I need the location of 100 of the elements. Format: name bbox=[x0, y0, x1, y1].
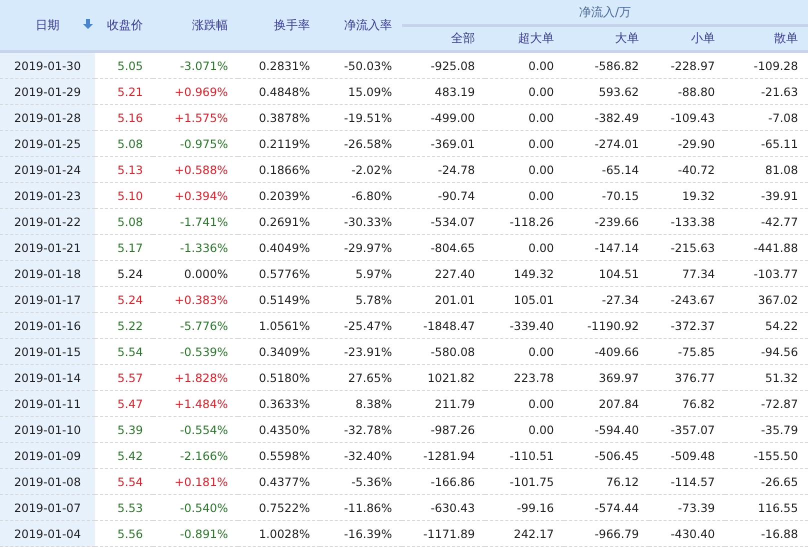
table-cell: 76.12 bbox=[564, 468, 649, 494]
table-cell: -109.43 bbox=[649, 104, 725, 130]
table-cell: 5.13 bbox=[95, 156, 153, 182]
table-cell: 0.2039% bbox=[238, 182, 320, 208]
table-cell: -118.26 bbox=[485, 208, 564, 234]
table-cell: -110.51 bbox=[485, 442, 564, 468]
table-cell: 0.7522% bbox=[238, 494, 320, 520]
table-cell: -155.50 bbox=[725, 442, 808, 468]
table-cell: -32.78% bbox=[320, 416, 402, 442]
table-cell: 116.55 bbox=[725, 494, 808, 520]
table-cell: -243.67 bbox=[649, 286, 725, 312]
table-cell: 15.09% bbox=[320, 78, 402, 104]
column-header[interactable]: 净流入率 bbox=[320, 0, 402, 52]
table-cell: 104.51 bbox=[564, 260, 649, 286]
table-cell: 369.97 bbox=[564, 364, 649, 390]
table-cell: -499.00 bbox=[402, 104, 485, 130]
group-header: 净流入/万 bbox=[402, 0, 808, 26]
table-cell: 149.32 bbox=[485, 260, 564, 286]
table-cell: -90.74 bbox=[402, 182, 485, 208]
table-cell: -30.33% bbox=[320, 208, 402, 234]
table-cell: -101.75 bbox=[485, 468, 564, 494]
column-header[interactable]: 日期 bbox=[0, 0, 95, 52]
date-cell: 2019-01-17 bbox=[0, 286, 95, 312]
table-cell: -73.39 bbox=[649, 494, 725, 520]
date-cell: 2019-01-25 bbox=[0, 130, 95, 156]
column-header[interactable]: 小单 bbox=[649, 26, 725, 52]
table-cell: -0.539% bbox=[153, 338, 238, 364]
table-cell: -25.47% bbox=[320, 312, 402, 338]
table-cell: -534.07 bbox=[402, 208, 485, 234]
date-cell: 2019-01-07 bbox=[0, 494, 95, 520]
date-cell: 2019-01-09 bbox=[0, 442, 95, 468]
table-cell: -166.86 bbox=[402, 468, 485, 494]
table-cell: +0.181% bbox=[153, 468, 238, 494]
arrow-down-icon[interactable] bbox=[83, 19, 93, 29]
table-cell: -109.28 bbox=[725, 52, 808, 78]
table-cell: -2.166% bbox=[153, 442, 238, 468]
table-cell: 223.78 bbox=[485, 364, 564, 390]
table-cell: 5.08 bbox=[95, 208, 153, 234]
table-cell: 0.00 bbox=[485, 156, 564, 182]
table-cell: 0.00 bbox=[485, 104, 564, 130]
table-cell: 5.08 bbox=[95, 130, 153, 156]
table-cell: 0.00 bbox=[485, 338, 564, 364]
table-cell: +0.588% bbox=[153, 156, 238, 182]
date-cell: 2019-01-24 bbox=[0, 156, 95, 182]
column-header[interactable]: 散单 bbox=[725, 26, 808, 52]
table-cell: -0.891% bbox=[153, 520, 238, 546]
column-header[interactable]: 收盘价 bbox=[95, 0, 153, 52]
table-cell: 0.2831% bbox=[238, 52, 320, 78]
table-cell: 0.00 bbox=[485, 182, 564, 208]
table-cell: 5.47 bbox=[95, 390, 153, 416]
table-cell: -75.85 bbox=[649, 338, 725, 364]
table-cell: 5.10 bbox=[95, 182, 153, 208]
table-cell: 5.16 bbox=[95, 104, 153, 130]
table-cell: -88.80 bbox=[649, 78, 725, 104]
table-cell: -5.776% bbox=[153, 312, 238, 338]
date-cell: 2019-01-21 bbox=[0, 234, 95, 260]
table-cell: -804.65 bbox=[402, 234, 485, 260]
table-cell: -239.66 bbox=[564, 208, 649, 234]
table-cell: 367.02 bbox=[725, 286, 808, 312]
table-cell: -409.66 bbox=[564, 338, 649, 364]
table-cell: -2.02% bbox=[320, 156, 402, 182]
column-header[interactable]: 涨跌幅 bbox=[153, 0, 238, 52]
table-cell: 593.62 bbox=[564, 78, 649, 104]
table-cell: -27.34 bbox=[564, 286, 649, 312]
column-header[interactable]: 全部 bbox=[402, 26, 485, 52]
table-cell: 5.42 bbox=[95, 442, 153, 468]
table-cell: -21.63 bbox=[725, 78, 808, 104]
table-cell: -1190.92 bbox=[564, 312, 649, 338]
column-header[interactable]: 超大单 bbox=[485, 26, 564, 52]
table-cell: -65.11 bbox=[725, 130, 808, 156]
column-header[interactable]: 换手率 bbox=[238, 0, 320, 52]
table-cell: 0.5598% bbox=[238, 442, 320, 468]
table-cell: 54.22 bbox=[725, 312, 808, 338]
date-cell: 2019-01-23 bbox=[0, 182, 95, 208]
column-header[interactable]: 大单 bbox=[564, 26, 649, 52]
table-cell: 5.57 bbox=[95, 364, 153, 390]
table-cell: -50.03% bbox=[320, 52, 402, 78]
table-cell: 0.4049% bbox=[238, 234, 320, 260]
table-cell: -16.39% bbox=[320, 520, 402, 546]
table-cell: 0.3878% bbox=[238, 104, 320, 130]
table-cell: -1.741% bbox=[153, 208, 238, 234]
table-cell: 0.4848% bbox=[238, 78, 320, 104]
table-cell: 105.01 bbox=[485, 286, 564, 312]
table-cell: -369.01 bbox=[402, 130, 485, 156]
table-cell: -430.40 bbox=[649, 520, 725, 546]
table-cell: 77.34 bbox=[649, 260, 725, 286]
table-cell: -39.91 bbox=[725, 182, 808, 208]
table-cell: -3.071% bbox=[153, 52, 238, 78]
date-cell: 2019-01-16 bbox=[0, 312, 95, 338]
date-cell: 2019-01-08 bbox=[0, 468, 95, 494]
table-cell: -35.79 bbox=[725, 416, 808, 442]
table-cell: 8.38% bbox=[320, 390, 402, 416]
table-cell: 5.56 bbox=[95, 520, 153, 546]
date-cell: 2019-01-10 bbox=[0, 416, 95, 442]
table-cell: -574.44 bbox=[564, 494, 649, 520]
table-cell: 5.97% bbox=[320, 260, 402, 286]
table-cell: -99.16 bbox=[485, 494, 564, 520]
table-cell: 76.82 bbox=[649, 390, 725, 416]
date-cell: 2019-01-15 bbox=[0, 338, 95, 364]
table-cell: +0.969% bbox=[153, 78, 238, 104]
